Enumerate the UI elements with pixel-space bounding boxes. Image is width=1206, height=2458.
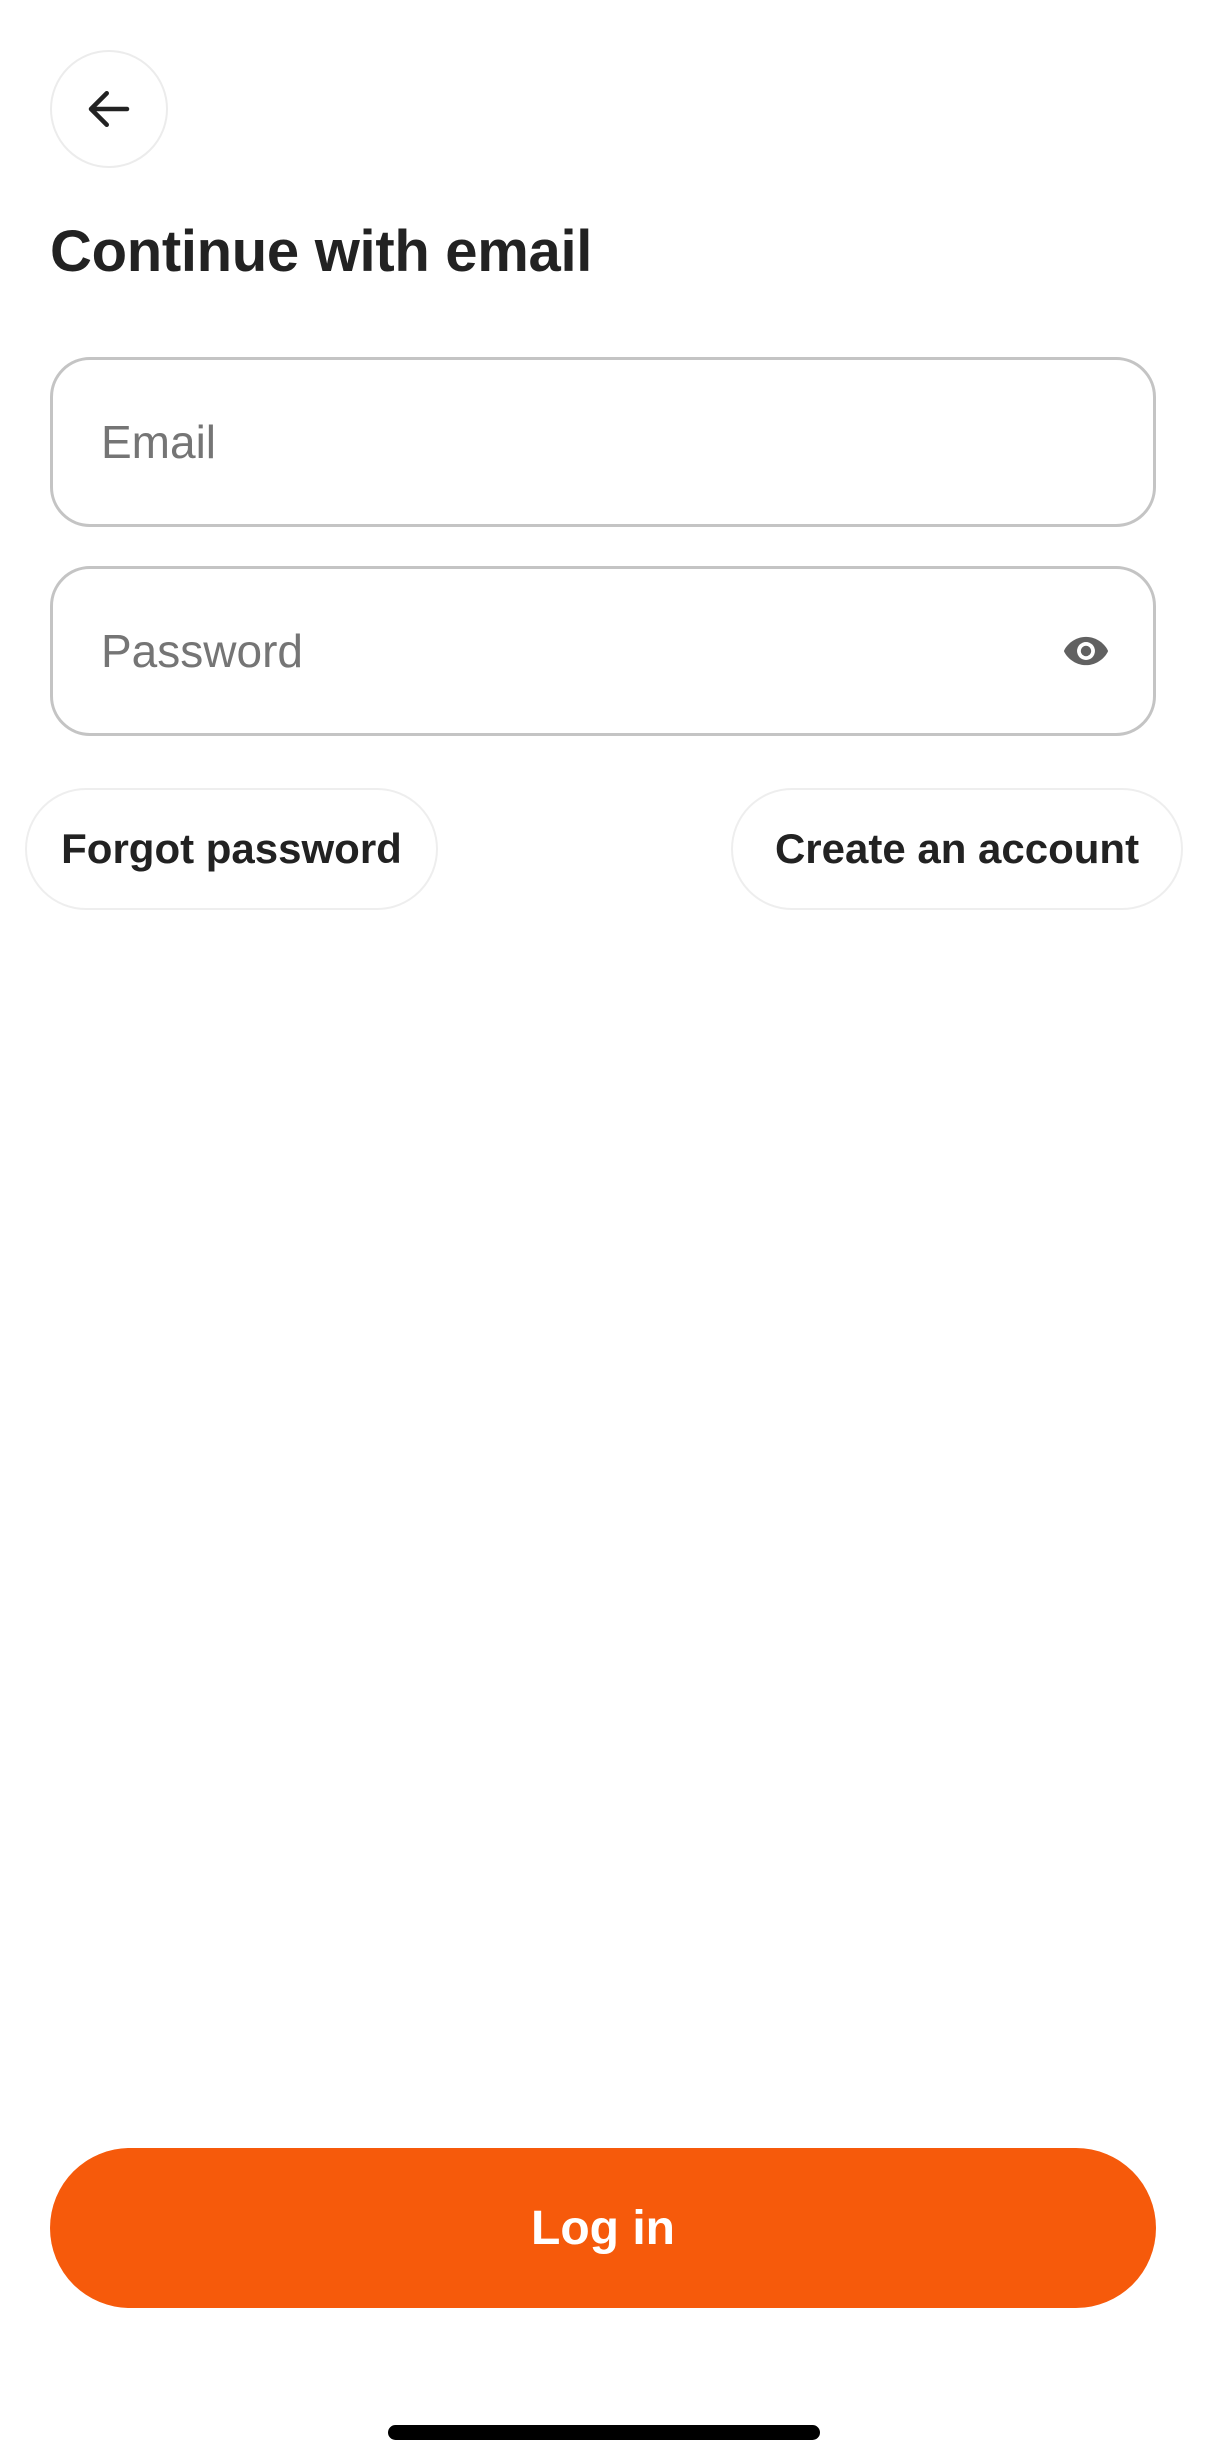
email-field[interactable] [50, 357, 1156, 527]
email-input[interactable] [101, 360, 1001, 524]
password-input[interactable] [101, 569, 1001, 733]
page-title: Continue with email [50, 219, 593, 284]
eye-icon[interactable] [1061, 626, 1111, 676]
arrow-left-icon [82, 82, 136, 136]
back-button[interactable] [50, 50, 168, 168]
password-field[interactable] [50, 566, 1156, 736]
create-account-button[interactable]: Create an account [731, 788, 1183, 910]
home-indicator [388, 2425, 820, 2440]
forgot-password-button[interactable]: Forgot password [25, 788, 438, 910]
login-button[interactable]: Log in [50, 2148, 1156, 2308]
